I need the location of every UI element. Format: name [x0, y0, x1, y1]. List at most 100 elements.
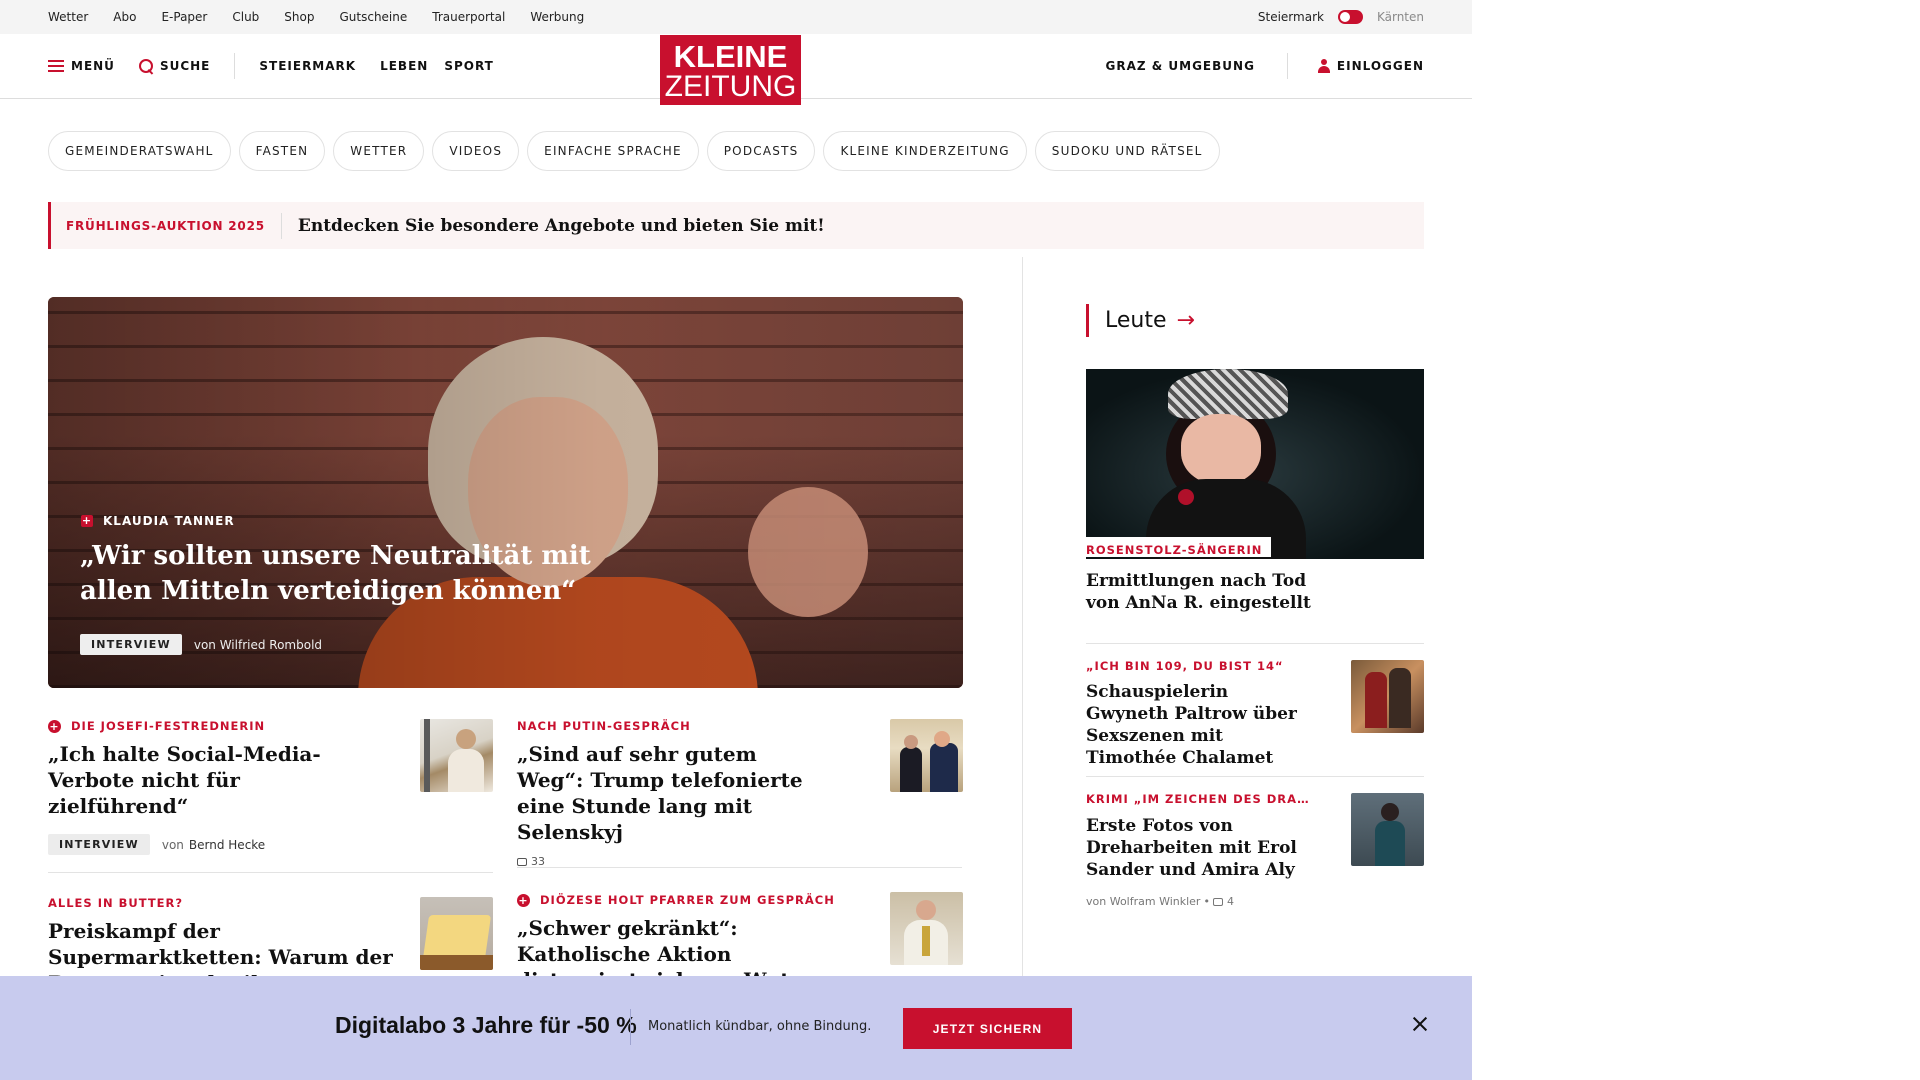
nav-sport[interactable]: SPORT	[444, 59, 494, 73]
region-steiermark[interactable]: Steiermark	[1258, 10, 1324, 24]
topic-pills: GEMEINDERATSWAHL FASTEN WETTER VIDEOS EI…	[48, 131, 1220, 171]
comment-count-value[interactable]: 4	[1227, 895, 1234, 908]
article-thumbnail[interactable]	[420, 719, 493, 792]
menu-button[interactable]: MENÜ	[48, 59, 115, 73]
sidebar-item2-meta: von Wolfram Winkler • 4	[1086, 895, 1234, 908]
logo-line-1: KLEINE	[673, 39, 788, 74]
site-logo[interactable]: KLEINE ZEITUNG	[660, 35, 801, 105]
hero-tag: INTERVIEW	[80, 634, 182, 655]
pill-podcasts[interactable]: PODCASTS	[706, 131, 816, 171]
user-icon	[1317, 59, 1330, 73]
login-button[interactable]: EINLOGGEN	[1317, 59, 1424, 73]
pill-videos[interactable]: VIDEOS	[432, 131, 520, 171]
pill-sudoku[interactable]: SUDOKU UND RÄTSEL	[1034, 131, 1220, 171]
utility-link-abo[interactable]: Abo	[113, 10, 136, 24]
sidebar-item2-title[interactable]: Erste Fotos von Dreharbeiten mit Erol Sa…	[1086, 815, 1316, 881]
header-nav-right: GRAZ & UMGEBUNG EINLOGGEN	[1106, 34, 1425, 98]
utility-link-epaper[interactable]: E-Paper	[161, 10, 207, 24]
article-kicker-text: DIE JOSEFI-FESTREDNERIN	[71, 719, 266, 733]
article-thumbnail[interactable]	[420, 897, 493, 970]
article-title[interactable]: „Sind auf sehr gutem Weg“: Trump telefon…	[517, 741, 817, 845]
promo-banner[interactable]: FRÜHLINGS-AUKTION 2025 Entdecken Sie bes…	[48, 202, 1424, 249]
list-divider	[517, 867, 962, 868]
pill-wetter[interactable]: WETTER	[333, 131, 425, 171]
article-trump[interactable]: NACH PUTIN-GESPRÄCH „Sind auf sehr gutem…	[517, 719, 817, 870]
hero-kicker-text: KLAUDIA TANNER	[103, 514, 235, 528]
search-icon	[138, 59, 153, 73]
article-kicker: + DIÖZESE HOLT PFARRER ZUM GESPRÄCH	[517, 893, 857, 907]
search-button[interactable]: SUCHE	[138, 59, 211, 73]
byline-prefix: von	[161, 837, 184, 852]
utility-link-trauerportal[interactable]: Trauerportal	[432, 10, 505, 24]
pill-gemeinderatswahl[interactable]: GEMEINDERATSWAHL	[48, 131, 231, 171]
sidebar-item1-thumbnail[interactable]	[1351, 660, 1424, 733]
subscription-headline: Digitalabo 3 Jahre für -50 %	[335, 1012, 637, 1038]
header-nav-left: MENÜ SUCHE STEIERMARK LEBEN SPORT	[48, 34, 518, 98]
sidebar-item1-title[interactable]: Schauspielerin Gwyneth Paltrow über Sexs…	[1086, 681, 1316, 769]
article-kicker-text: DIÖZESE HOLT PFARRER ZUM GESPRÄCH	[540, 893, 835, 907]
viewport-blank-area	[1472, 0, 1920, 1080]
login-label: EINLOGGEN	[1336, 59, 1424, 73]
utility-link-wetter[interactable]: Wetter	[48, 10, 88, 24]
subscription-subtext: Monatlich kündbar, ohne Bindung.	[648, 1019, 872, 1034]
close-icon[interactable]	[1412, 1016, 1428, 1032]
nav-graz-umgebung[interactable]: GRAZ & UMGEBUNG	[1106, 59, 1255, 73]
plus-icon: +	[517, 893, 530, 907]
sidebar-divider	[1086, 643, 1424, 644]
sidebar-item2-thumbnail[interactable]	[1351, 793, 1424, 866]
pill-kinderzeitung[interactable]: KLEINE KINDERZEITUNG	[823, 131, 1027, 171]
list-divider	[48, 872, 493, 873]
sidebar-item1-kicker: „ICH BIN 109, DU BIST 14“	[1086, 653, 1293, 673]
nav-leben[interactable]: LEBEN	[380, 59, 428, 73]
column-divider	[1022, 257, 1023, 977]
byline-author[interactable]: Bernd Hecke	[189, 838, 265, 852]
article-kicker: NACH PUTIN-GESPRÄCH	[517, 719, 691, 733]
hero-article[interactable]: + KLAUDIA TANNER „Wir sollten unsere Neu…	[48, 297, 963, 688]
comment-icon	[1212, 897, 1223, 906]
page: Wetter Abo E-Paper Club Shop Gutscheine …	[0, 0, 1472, 1080]
utility-link-werbung[interactable]: Werbung	[530, 10, 584, 24]
article-josefi-meta: INTERVIEW von Bernd Hecke	[48, 834, 265, 855]
hero-kicker: + KLAUDIA TANNER	[81, 514, 235, 528]
article-kicker: ALLES IN BUTTER?	[48, 896, 184, 910]
article-title[interactable]: „Ich halte Social-Media-Verbote nicht fü…	[48, 741, 348, 819]
article-kicker: + DIE JOSEFI-FESTREDNERIN	[48, 719, 348, 733]
subscription-banner: Digitalabo 3 Jahre für -50 % Monatlich k…	[0, 976, 1472, 1080]
article-pfarrer[interactable]: + DIÖZESE HOLT PFARRER ZUM GESPRÄCH „Sch…	[517, 893, 857, 976]
meta-separator: •	[1203, 895, 1210, 908]
article-thumbnail[interactable]	[890, 892, 963, 965]
header-divider	[234, 53, 236, 79]
utility-link-gutscheine[interactable]: Gutscheine	[339, 10, 407, 24]
promo-text: Entdecken Sie besondere Angebote und bie…	[297, 215, 825, 236]
byline-author[interactable]: von Wolfram Winkler	[1086, 895, 1200, 908]
article-josefi[interactable]: + DIE JOSEFI-FESTREDNERIN „Ich halte Soc…	[48, 719, 348, 819]
utility-link-shop[interactable]: Shop	[284, 10, 314, 24]
promo-kicker: FRÜHLINGS-AUKTION 2025	[51, 212, 282, 239]
region-kaernten[interactable]: Kärnten	[1377, 10, 1424, 24]
pill-einfache-sprache[interactable]: EINFACHE SPRACHE	[527, 131, 699, 171]
subscription-divider	[630, 1009, 631, 1045]
utility-link-club[interactable]: Club	[232, 10, 259, 24]
article-tag: INTERVIEW	[48, 834, 150, 855]
comment-icon	[517, 857, 527, 866]
search-label: SUCHE	[159, 59, 211, 73]
section-header-leute[interactable]: Leute →	[1086, 304, 1195, 337]
hamburger-icon	[48, 60, 64, 72]
arrow-right-icon: →	[1176, 308, 1195, 333]
hero-title[interactable]: „Wir sollten unsere Neutralität mit alle…	[80, 539, 600, 609]
article-thumbnail[interactable]	[890, 719, 963, 792]
subscribe-button[interactable]: JETZT SICHERN	[903, 1008, 1072, 1049]
utility-bar: Wetter Abo E-Paper Club Shop Gutscheine …	[0, 0, 1472, 34]
nav-steiermark[interactable]: STEIERMARK	[259, 59, 356, 73]
article-title[interactable]: „Schwer gekränkt“: Katholische Aktion di…	[517, 915, 857, 976]
header-divider-right	[1286, 53, 1288, 79]
region-toggle-switch[interactable]	[1337, 10, 1363, 24]
pill-fasten[interactable]: FASTEN	[238, 131, 326, 171]
logo-line-2: ZEITUNG	[664, 70, 797, 103]
plus-icon: +	[48, 719, 61, 733]
menu-label: MENÜ	[71, 59, 115, 73]
sidebar-lead-title[interactable]: Ermittlungen nach Tod von AnNa R. einges…	[1086, 570, 1316, 614]
sidebar-lead-image[interactable]	[1086, 369, 1424, 559]
hero-byline: von Wilfried Rombold	[193, 637, 323, 652]
sidebar-divider	[1086, 776, 1424, 777]
